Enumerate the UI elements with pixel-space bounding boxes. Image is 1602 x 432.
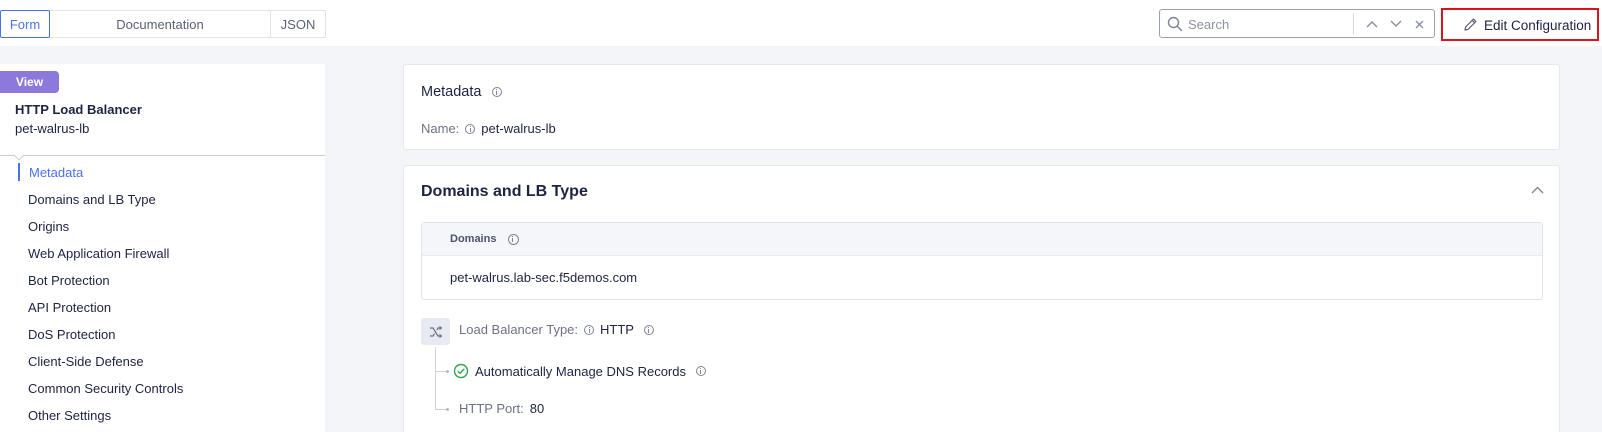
domains-column-header: Domains [450, 233, 519, 245]
sidebar-item-common-security-controls[interactable]: Common Security Controls [28, 381, 183, 396]
dns-records-row: Automatically Manage DNS Records [453, 363, 706, 379]
pencil-icon [1464, 18, 1477, 31]
lb-type-label: Load Balancer Type: [459, 322, 579, 337]
object-type-title: HTTP Load Balancer [15, 102, 142, 117]
chevron-down-icon [1390, 20, 1402, 28]
lb-type-value: HTTP [600, 322, 634, 337]
view-tabs: Form Documentation JSON [0, 10, 326, 38]
sidebar-item-client-side-defense[interactable]: Client-Side Defense [28, 354, 144, 369]
check-circle-icon [453, 363, 469, 379]
tree-dot [446, 370, 449, 373]
active-item-indicator [18, 163, 20, 181]
load-balancer-type-icon [421, 318, 450, 345]
metadata-heading-text: Metadata [421, 84, 482, 100]
domain-value: pet-walrus.lab-sec.f5demos.com [450, 270, 638, 285]
sidebar-item-web-application-firewall[interactable]: Web Application Firewall [28, 246, 169, 261]
top-bar: Form Documentation JSON Edit Configurati… [0, 0, 1602, 46]
info-icon[interactable] [491, 87, 502, 98]
chevron-up-icon [1366, 20, 1378, 28]
sidebar-divider-notch [13, 149, 25, 161]
metadata-card: Metadata Name: pet-walrus-lb [403, 64, 1560, 150]
sidebar-item-dos-protection[interactable]: DoS Protection [28, 327, 115, 342]
search-input[interactable] [1188, 14, 1338, 34]
domains-lb-type-heading: Domains and LB Type [421, 183, 588, 200]
shuffle-icon [429, 325, 442, 338]
tree-connector [435, 347, 436, 409]
search-next-button[interactable] [1388, 16, 1404, 32]
search-box [1159, 9, 1435, 38]
sidebar-item-other-settings[interactable]: Other Settings [28, 408, 111, 423]
sidebar-item-api-protection[interactable]: API Protection [28, 300, 111, 315]
sidebar-item-domains-and-lb-type[interactable]: Domains and LB Type [28, 192, 156, 207]
sidebar-divider [0, 155, 325, 156]
edit-configuration-label: Edit Configuration [1484, 18, 1592, 33]
search-divider [1353, 14, 1354, 34]
view-badge: View [0, 71, 59, 93]
tree-dot [446, 408, 449, 411]
domains-table-header: Domains [422, 223, 1542, 256]
search-icon [1167, 16, 1183, 32]
object-name: pet-walrus-lb [15, 121, 90, 136]
metadata-heading: Metadata [421, 84, 502, 100]
metadata-name-row: Name: pet-walrus-lb [421, 121, 556, 136]
collapse-chevron-up-icon[interactable] [1531, 186, 1544, 194]
lb-type-row: Load Balancer Type: HTTP [459, 322, 654, 337]
tab-json[interactable]: JSON [271, 11, 325, 37]
name-value: pet-walrus-lb [481, 121, 556, 136]
info-icon[interactable] [465, 123, 476, 134]
info-icon[interactable] [584, 324, 595, 335]
sidebar-item-bot-protection[interactable]: Bot Protection [28, 273, 110, 288]
http-port-value: 80 [529, 401, 545, 416]
search-clear-button[interactable] [1411, 16, 1427, 32]
search-prev-button[interactable] [1364, 16, 1380, 32]
sidebar: View HTTP Load Balancer pet-walrus-lb Me… [0, 64, 325, 432]
name-label: Name: [421, 121, 460, 136]
sidebar-item-origins[interactable]: Origins [28, 219, 69, 234]
domains-table: Domains pet-walrus.lab-sec.f5demos.com [421, 222, 1543, 300]
info-icon[interactable] [507, 233, 519, 245]
http-port-row: HTTP Port: 80 [459, 401, 544, 416]
sidebar-item-metadata[interactable]: Metadata [29, 165, 83, 180]
info-icon[interactable] [695, 366, 706, 376]
info-icon[interactable] [643, 324, 654, 335]
tab-documentation[interactable]: Documentation [50, 11, 271, 37]
http-port-label: HTTP Port: [459, 401, 524, 416]
edit-configuration-button[interactable]: Edit Configuration [1441, 8, 1599, 41]
tab-form[interactable]: Form [0, 10, 50, 38]
dns-records-label: Automatically Manage DNS Records [475, 363, 686, 379]
close-icon [1415, 20, 1423, 28]
domains-lb-type-card: Domains and LB Type Domains pet-walrus.l… [403, 165, 1560, 432]
domains-header-text: Domains [450, 233, 497, 245]
